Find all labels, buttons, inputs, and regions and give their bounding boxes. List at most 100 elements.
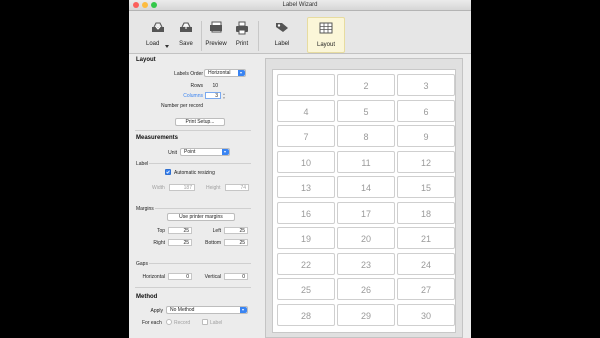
save-label: Save [179, 41, 193, 47]
layout-preview-area: 2 3 4 5 6 7 8 9 10 11 12 13 14 15 16 17 18 19 20 21 22 23 24 25… [257, 54, 471, 338]
right-margin-label: Right [153, 240, 165, 246]
label-cell[interactable]: 22 [277, 252, 335, 275]
popup-arrow-icon [240, 307, 247, 313]
bottom-margin-label: Bottom [205, 240, 221, 246]
label-wizard-window: Label Wizard Load Save Preview Print Lab… [129, 0, 471, 338]
printer-icon [236, 21, 248, 35]
auto-resizing-checkbox[interactable] [165, 169, 171, 175]
left-margin-label: Left [212, 228, 221, 234]
number-per-record-label: Number per record [161, 103, 203, 109]
popup-arrow-icon [238, 70, 245, 76]
unit-value: Point [184, 149, 196, 155]
label-cell[interactable]: 7 [277, 125, 335, 147]
label-tool-label: Label [274, 41, 290, 47]
label-cell[interactable]: 6 [397, 99, 455, 122]
use-printer-margins-button[interactable]: Use printer margins [167, 213, 235, 221]
auto-resizing-label: Automatic resizing [174, 170, 215, 176]
apply-method-select[interactable]: No Method [166, 306, 248, 314]
measurements-heading: Measurements [136, 135, 179, 141]
checkmark-icon [166, 170, 170, 174]
label-cell[interactable]: 21 [397, 227, 455, 249]
save-button[interactable]: Save [175, 17, 197, 51]
label-cell[interactable]: 8 [337, 125, 395, 147]
label-cell[interactable]: 17 [337, 201, 395, 224]
label-option-label: Label [210, 320, 223, 326]
preview-canvas: 2 3 4 5 6 7 8 9 10 11 12 13 14 15 16 17 18 19 20 21 22 23 24 25… [265, 58, 463, 338]
label-cell[interactable]: 2 [337, 74, 395, 96]
divider [149, 163, 251, 164]
label-cell[interactable]: 11 [337, 150, 395, 173]
label-cell[interactable]: 12 [397, 150, 455, 173]
settings-panel: Layout Labels Order Horizontal Rows 10 C… [129, 54, 257, 338]
height-label: Height [206, 185, 221, 191]
label-cell[interactable]: 13 [277, 176, 335, 198]
label-button[interactable]: Label [267, 17, 297, 51]
height-field[interactable]: 74 [225, 184, 249, 191]
label-cell[interactable]: 29 [337, 303, 395, 326]
left-margin-field[interactable]: 25 [224, 227, 248, 234]
divider [135, 287, 251, 288]
vertical-gap-label: Vertical [204, 274, 221, 280]
layout-tool-label: Layout [316, 42, 335, 48]
apply-method-value: No Method [170, 307, 195, 313]
label-cell[interactable]: 4 [277, 99, 335, 122]
label-cell[interactable]: 30 [397, 303, 455, 326]
preview-icon [210, 21, 222, 33]
label-cell[interactable]: 15 [397, 176, 455, 198]
unit-select[interactable]: Point [180, 148, 230, 156]
divider [149, 263, 251, 264]
label-cell[interactable]: 10 [277, 150, 335, 173]
label-cell[interactable]: 26 [337, 278, 395, 300]
divider [135, 130, 251, 131]
label-cell[interactable]: 14 [337, 176, 395, 198]
right-margin-field[interactable]: 25 [168, 239, 192, 246]
rows-label: Rows [190, 83, 203, 89]
columns-field[interactable]: 3 [205, 92, 221, 99]
label-cell[interactable]: 3 [397, 74, 455, 96]
vertical-gap-field[interactable]: 0 [224, 273, 248, 280]
label-section-label: Label [136, 161, 149, 167]
horizontal-gap-label: Horizontal [142, 274, 165, 280]
margins-section-label: Margins [136, 206, 154, 212]
tag-icon [276, 23, 288, 32]
for-each-label: For each [142, 320, 162, 326]
load-button[interactable]: Load [143, 17, 173, 51]
preview-button[interactable]: Preview [203, 17, 229, 51]
label-cell[interactable]: 28 [277, 303, 335, 326]
label-cell[interactable]: 25 [277, 278, 335, 300]
layout-grid-icon [319, 22, 333, 34]
bottom-margin-field[interactable]: 25 [224, 239, 248, 246]
preview-label: Preview [205, 41, 227, 47]
label-cell[interactable] [277, 74, 335, 96]
label-cell[interactable]: 20 [337, 227, 395, 249]
divider [155, 208, 251, 209]
label-cell[interactable]: 18 [397, 201, 455, 224]
toolbar-separator [258, 21, 259, 51]
columns-stepper[interactable]: ▲ ▼ [222, 92, 226, 100]
label-cell[interactable]: 16 [277, 201, 335, 224]
label-cell[interactable]: 19 [277, 227, 335, 249]
label-cell[interactable]: 23 [337, 252, 395, 275]
labels-order-select[interactable]: Horizontal [204, 69, 246, 77]
label-cell[interactable]: 5 [337, 99, 395, 122]
load-icon [152, 22, 164, 32]
chevron-down-icon[interactable] [165, 45, 169, 48]
method-heading: Method [136, 294, 158, 300]
record-radio[interactable] [166, 319, 172, 325]
unit-label: Unit [168, 150, 177, 156]
gaps-section-label: Gaps [136, 261, 148, 267]
toolbar-separator [201, 21, 202, 51]
label-option-checkbox[interactable] [202, 319, 208, 325]
apply-label: Apply [150, 308, 163, 314]
horizontal-gap-field[interactable]: 0 [168, 273, 192, 280]
width-field[interactable]: 187 [169, 184, 195, 191]
rows-field[interactable]: 10 [205, 82, 221, 89]
print-setup-button[interactable]: Print Setup... [175, 118, 225, 126]
layout-button[interactable]: Layout [307, 17, 345, 53]
label-cell[interactable]: 24 [397, 252, 455, 275]
label-cell[interactable]: 9 [397, 125, 455, 147]
label-cell[interactable]: 27 [397, 278, 455, 300]
top-margin-field[interactable]: 25 [168, 227, 192, 234]
print-button[interactable]: Print [231, 17, 253, 51]
print-label: Print [235, 41, 249, 47]
